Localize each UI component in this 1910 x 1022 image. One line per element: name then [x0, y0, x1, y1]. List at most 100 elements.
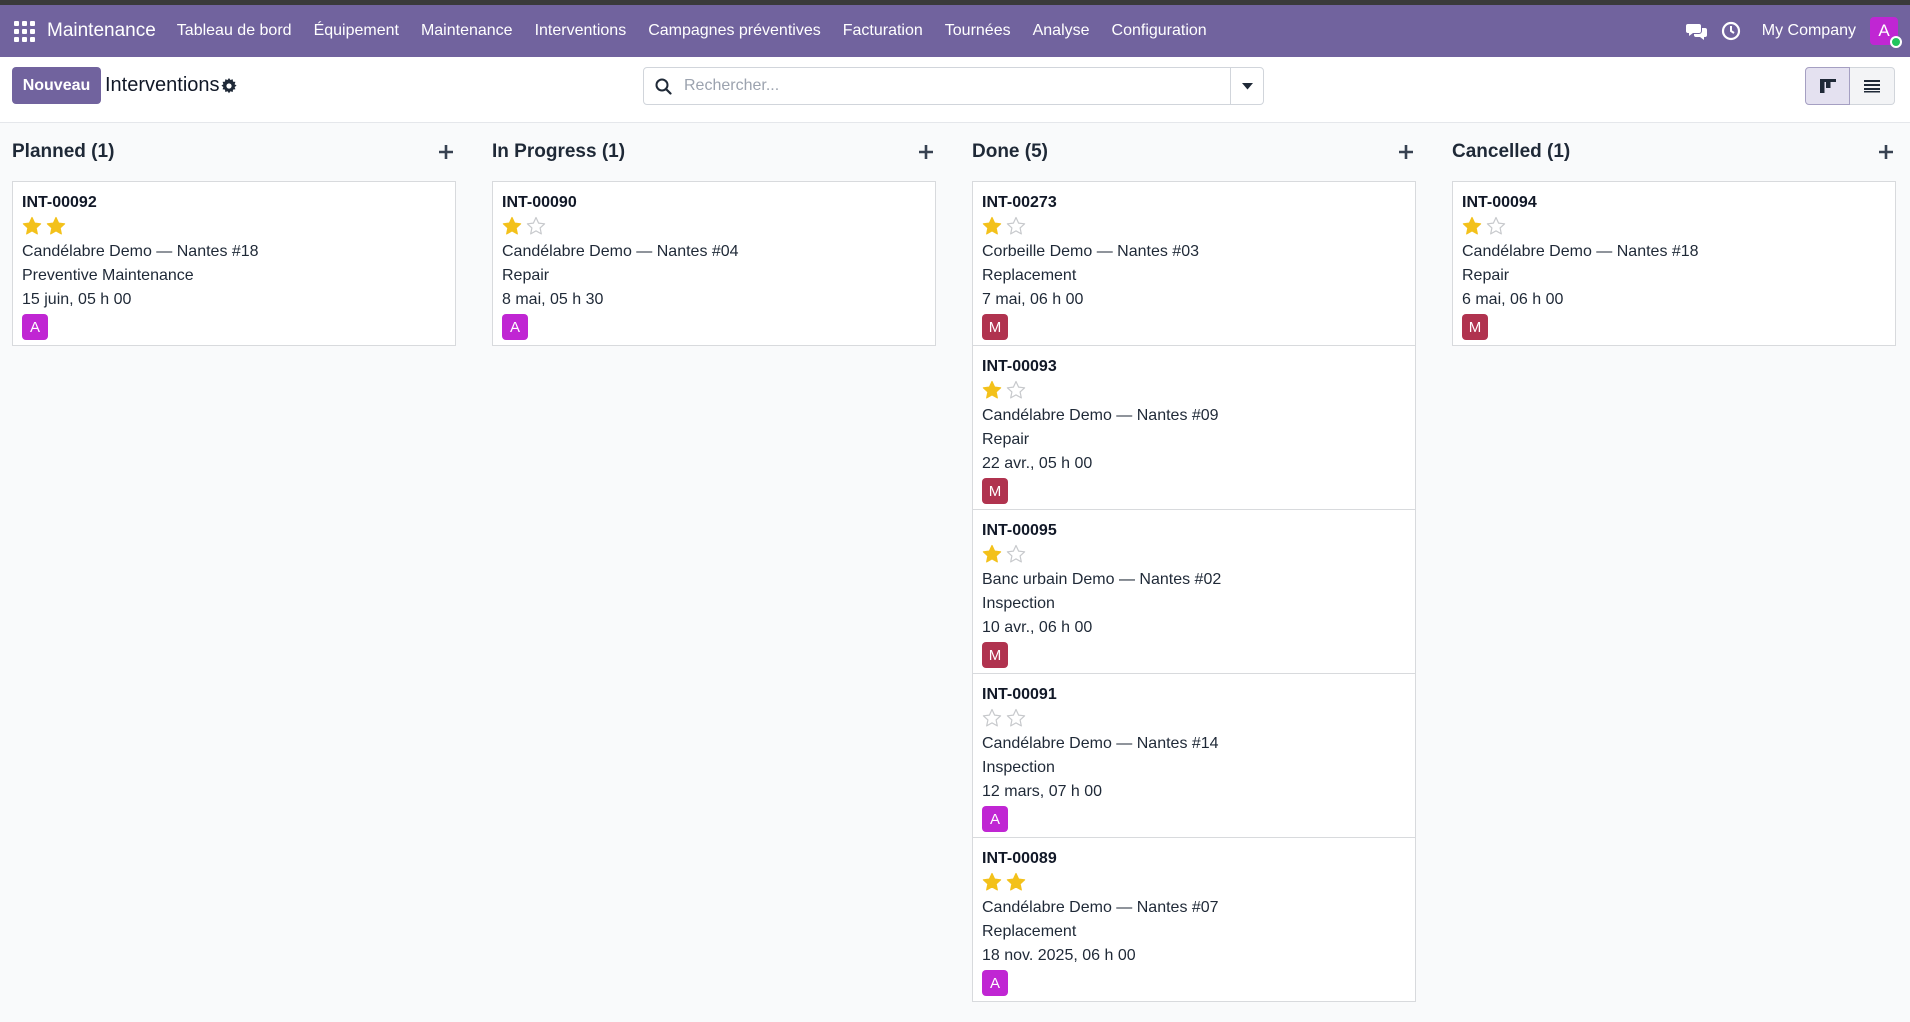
priority-star-icon[interactable] [982, 708, 1002, 728]
kanban-card[interactable]: INT-00092 Candélabre Demo — Nantes #18 P… [13, 182, 455, 345]
menu-item-interventions[interactable]: Interventions [524, 5, 638, 57]
priority-star-icon[interactable] [22, 216, 42, 236]
card-reference: INT-00093 [982, 358, 1057, 375]
assignee-avatar[interactable]: M [982, 642, 1008, 668]
quick-create-plus-icon[interactable] [436, 142, 456, 162]
priority-star-icon[interactable] [502, 216, 522, 236]
priority-stars [22, 215, 446, 237]
app-brand[interactable]: Maintenance [47, 20, 156, 42]
assignee-avatar[interactable]: M [982, 478, 1008, 504]
menu-item-maintenance[interactable]: Maintenance [410, 5, 524, 57]
kanban-card[interactable]: INT-00094 Candélabre Demo — Nantes #18 R… [1453, 182, 1895, 345]
kanban-card[interactable]: INT-00273 Corbeille Demo — Nantes #03 Re… [973, 182, 1415, 346]
kanban-column: Planned (1) INT-00092 Candélabre Demo — … [12, 123, 456, 346]
assignee-avatar[interactable]: A [22, 314, 48, 340]
card-reference: INT-00090 [502, 194, 577, 211]
priority-star-icon[interactable] [46, 216, 66, 236]
priority-star-icon[interactable] [982, 872, 1002, 892]
card-date: 15 juin, 05 h 00 [22, 291, 132, 308]
card-equipment: Candélabre Demo — Nantes #09 [982, 407, 1219, 424]
user-avatar-initial: A [1878, 21, 1890, 40]
card-list: INT-00090 Candélabre Demo — Nantes #04 R… [492, 181, 936, 346]
priority-stars [502, 215, 926, 237]
card-reference: INT-00095 [982, 522, 1057, 539]
column-title[interactable]: Planned (1) [12, 141, 114, 163]
assignee-avatar[interactable]: A [982, 806, 1008, 832]
priority-star-icon[interactable] [1006, 380, 1026, 400]
kanban-card[interactable]: INT-00091 Candélabre Demo — Nantes #14 I… [973, 674, 1415, 838]
kanban-column: Cancelled (1) INT-00094 Candélabre Demo … [1452, 123, 1896, 346]
priority-star-icon[interactable] [1486, 216, 1506, 236]
card-date: 18 nov. 2025, 06 h 00 [982, 947, 1136, 964]
kanban-card[interactable]: INT-00095 Banc urbain Demo — Nantes #02 … [973, 510, 1415, 674]
card-equipment: Corbeille Demo — Nantes #03 [982, 243, 1199, 260]
company-switcher[interactable]: My Company [1762, 22, 1856, 40]
kanban-card[interactable]: INT-00089 Candélabre Demo — Nantes #07 R… [973, 838, 1415, 1001]
card-list: INT-00094 Candélabre Demo — Nantes #18 R… [1452, 181, 1896, 346]
list-icon [1864, 80, 1880, 93]
view-switcher [1805, 67, 1895, 105]
menu-item-configuration[interactable]: Configuration [1101, 5, 1218, 57]
priority-stars [982, 871, 1406, 893]
card-intervention-type: Repair [502, 267, 550, 284]
priority-star-icon[interactable] [1006, 708, 1026, 728]
priority-stars [982, 215, 1406, 237]
quick-create-plus-icon[interactable] [916, 142, 936, 162]
column-title[interactable]: Cancelled (1) [1452, 141, 1570, 163]
main-menu: Tableau de bord Équipement Maintenance I… [166, 5, 1218, 57]
menu-item-analysis[interactable]: Analyse [1022, 5, 1101, 57]
menu-item-campaigns[interactable]: Campagnes préventives [637, 5, 832, 57]
clock-icon[interactable] [1720, 20, 1742, 42]
assignee-avatar[interactable]: A [982, 970, 1008, 996]
search-options-toggle[interactable] [1230, 68, 1263, 104]
card-list: INT-00092 Candélabre Demo — Nantes #18 P… [12, 181, 456, 346]
menu-item-rounds[interactable]: Tournées [934, 5, 1022, 57]
online-status-dot [1890, 36, 1902, 48]
priority-star-icon[interactable] [1006, 544, 1026, 564]
menu-item-equipment[interactable]: Équipement [303, 5, 410, 57]
menu-item-dashboard[interactable]: Tableau de bord [166, 5, 303, 57]
menu-item-billing[interactable]: Facturation [832, 5, 934, 57]
kanban-column: In Progress (1) INT-00090 Candélabre Dem… [492, 123, 936, 346]
kanban-view-button[interactable] [1805, 67, 1850, 105]
kanban-column: Done (5) INT-00273 Corbeille Demo — Nant… [972, 123, 1416, 1002]
assignee-avatar[interactable]: A [502, 314, 528, 340]
card-date: 8 mai, 05 h 30 [502, 291, 604, 308]
quick-create-plus-icon[interactable] [1876, 142, 1896, 162]
priority-star-icon[interactable] [982, 544, 1002, 564]
search-input[interactable] [684, 73, 1204, 99]
quick-create-plus-icon[interactable] [1396, 142, 1416, 162]
card-equipment: Candélabre Demo — Nantes #18 [22, 243, 259, 260]
apps-grid-icon[interactable] [13, 20, 35, 42]
card-reference: INT-00092 [22, 194, 97, 211]
user-avatar[interactable]: A [1870, 17, 1902, 48]
card-intervention-type: Preventive Maintenance [22, 267, 194, 284]
priority-star-icon[interactable] [526, 216, 546, 236]
card-intervention-type: Replacement [982, 923, 1077, 940]
card-intervention-type: Inspection [982, 595, 1055, 612]
kanban-card[interactable]: INT-00093 Candélabre Demo — Nantes #09 R… [973, 346, 1415, 510]
assignee-avatar[interactable]: M [982, 314, 1008, 340]
priority-star-icon[interactable] [1006, 216, 1026, 236]
card-equipment: Banc urbain Demo — Nantes #02 [982, 571, 1222, 588]
column-title[interactable]: In Progress (1) [492, 141, 625, 163]
gear-icon[interactable] [221, 78, 237, 94]
top-navbar: Maintenance Tableau de bord Équipement M… [0, 5, 1910, 57]
assignee-avatar[interactable]: M [1462, 314, 1488, 340]
priority-star-icon[interactable] [982, 216, 1002, 236]
kanban-card[interactable]: INT-00090 Candélabre Demo — Nantes #04 R… [493, 182, 935, 345]
column-header: Planned (1) [12, 123, 456, 181]
column-header: In Progress (1) [492, 123, 936, 181]
list-view-button[interactable] [1850, 67, 1895, 105]
search-bar [643, 67, 1264, 105]
priority-star-icon[interactable] [982, 380, 1002, 400]
page-title: Interventions [105, 74, 220, 96]
card-intervention-type: Inspection [982, 759, 1055, 776]
card-reference: INT-00094 [1462, 194, 1537, 211]
chat-icon[interactable] [1685, 20, 1708, 42]
priority-star-icon[interactable] [1006, 872, 1026, 892]
column-title[interactable]: Done (5) [972, 141, 1048, 163]
card-reference: INT-00091 [982, 686, 1057, 703]
new-button[interactable]: Nouveau [12, 67, 101, 104]
priority-star-icon[interactable] [1462, 216, 1482, 236]
